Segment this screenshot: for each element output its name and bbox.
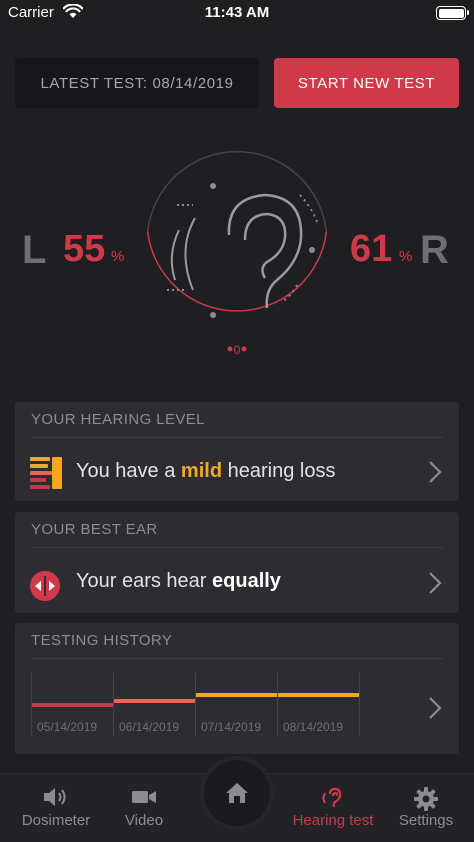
battery-icon [436,6,469,20]
status-bar: Carrier 11:43 AM [0,0,474,28]
video-camera-icon [132,791,156,803]
tab-settings[interactable]: Settings [392,774,460,842]
gear-icon [414,787,438,811]
divider [31,437,443,438]
right-ear-letter: R [420,228,449,272]
history-bar [32,703,114,707]
equal-ears-icon [30,571,60,601]
start-new-test-button[interactable]: START NEW TEST [274,58,459,108]
divider [31,658,443,659]
hearing-level-title: YOUR HEARING LEVEL [31,411,205,428]
best-ear-text: Your ears hear equally [76,570,281,592]
history-column: 05/14/2019 [31,673,114,737]
dial-zero-label: 0 [233,343,241,357]
history-bar [278,693,360,697]
hearing-dial: L 55 % 61 % R 0 [0,140,474,365]
hearing-level-text: You have a mild hearing loss [76,460,336,482]
tab-video-label: Video [124,812,164,829]
history-date: 08/14/2019 [283,720,344,734]
history-date: 05/14/2019 [37,720,98,734]
chevron-right-icon [429,572,442,594]
left-ear-percent: 55 [63,228,106,270]
left-percent-sign: % [111,248,125,265]
tab-home[interactable] [204,760,270,826]
best-ear-title: YOUR BEST EAR [31,521,158,538]
best-ear-card[interactable]: YOUR BEST EAR Your ears hear equally [15,512,459,613]
history-chart: 05/14/2019 06/14/2019 07/14/2019 08/14/2019 [31,673,376,743]
clock: 11:43 AM [204,4,270,21]
left-ear-letter: L [22,228,47,272]
dial-ring [146,150,328,352]
latest-test-label: LATEST TEST: 08/14/2019 [15,58,259,108]
tab-dosimeter-label: Dosimeter [21,812,91,829]
history-date: 06/14/2019 [119,720,180,734]
tab-settings-label: Settings [398,812,454,829]
history-bar [196,693,278,697]
home-icon [226,783,248,803]
testing-history-title: TESTING HISTORY [31,632,173,649]
chevron-right-icon [429,461,442,483]
hearing-level-card[interactable]: YOUR HEARING LEVEL You have a mild heari… [15,402,459,501]
ear-icon [322,787,342,808]
tab-video[interactable]: Video [112,774,176,842]
history-column: 08/14/2019 [277,673,360,737]
hearing-level-icon [30,457,62,489]
divider [31,547,443,548]
speaker-icon [44,788,66,806]
chevron-right-icon [429,697,442,719]
right-ear-percent: 61 [350,228,393,270]
history-column: 07/14/2019 [195,673,278,737]
history-end-line [359,673,360,737]
tab-dosimeter[interactable]: Dosimeter [10,774,102,842]
history-column: 06/14/2019 [113,673,196,737]
history-bar [114,699,196,703]
testing-history-card[interactable]: TESTING HISTORY 05/14/2019 06/14/2019 07/1… [15,623,459,754]
tab-hearing-test[interactable]: Hearing test [282,774,384,842]
tab-hearing-test-label: Hearing test [292,812,374,829]
right-percent-sign: % [399,248,413,265]
best-ear-value: equally [212,570,281,592]
history-date: 07/14/2019 [201,720,262,734]
hearing-level-value: mild [180,460,223,482]
